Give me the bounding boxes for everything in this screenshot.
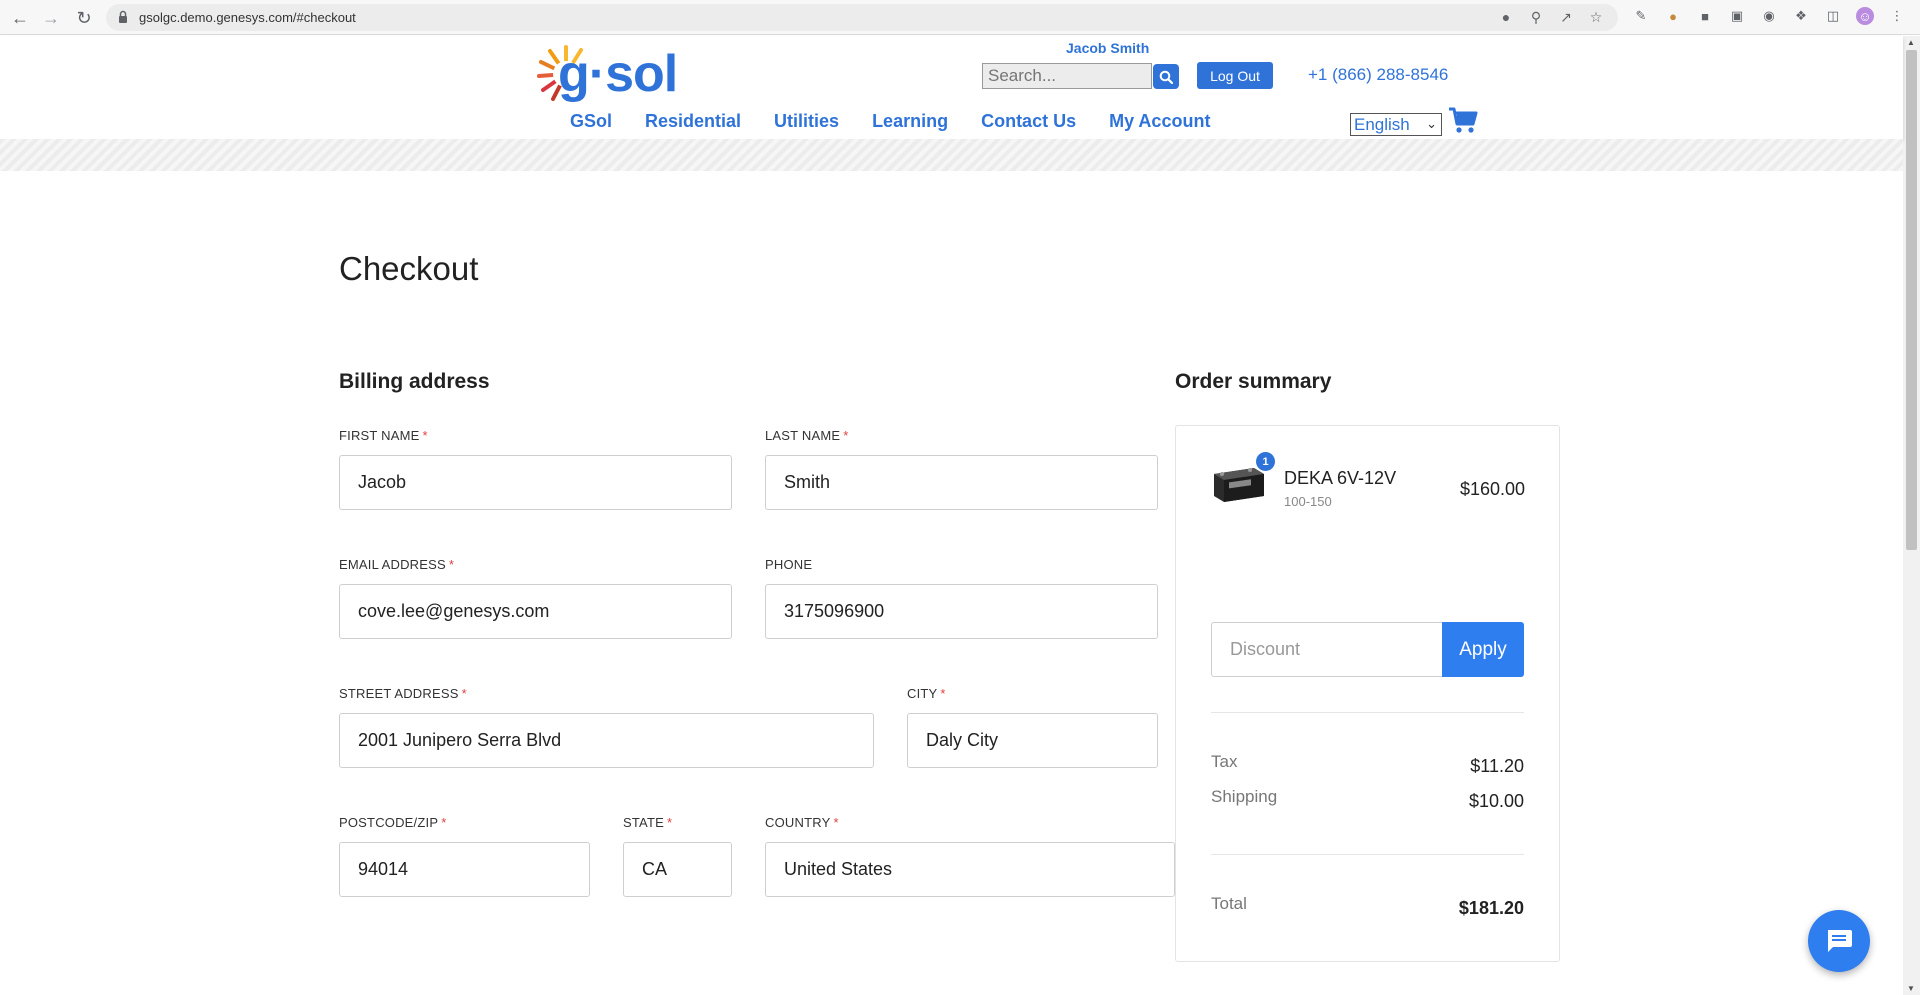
- required-mark: *: [448, 557, 455, 572]
- phone-field[interactable]: 3175096900: [765, 584, 1158, 639]
- email-field[interactable]: cove.lee@genesys.com: [339, 584, 732, 639]
- order-summary-card: [1175, 425, 1560, 962]
- shipping-value: $10.00: [1468, 791, 1524, 811]
- shopping-cart-icon[interactable]: [1448, 107, 1478, 135]
- email-label: EMAIL ADDRESS *: [339, 557, 454, 572]
- extension-cookie-icon[interactable]: ●: [1664, 7, 1682, 25]
- postcode-field[interactable]: 94014: [339, 842, 590, 897]
- product-variant: 100-150: [1284, 494, 1332, 509]
- scroll-down-icon[interactable]: ▼: [1907, 984, 1915, 993]
- profile-avatar-icon[interactable]: ☺: [1856, 7, 1874, 25]
- city-label-text: CITY: [907, 686, 938, 701]
- tax-label: Tax: [1211, 752, 1238, 771]
- phone-label-text: PHONE: [765, 557, 813, 572]
- state-label-text: STATE: [623, 815, 664, 830]
- nav-contact-us[interactable]: Contact Us: [981, 111, 1076, 132]
- discount-input[interactable]: Discount: [1211, 622, 1443, 677]
- scrollbar-thumb[interactable]: [1906, 50, 1917, 550]
- nav-learning[interactable]: Learning: [872, 111, 948, 132]
- forward-icon[interactable]: →: [39, 6, 63, 30]
- address-bar[interactable]: gsolgc.demo.genesys.com/#checkout ● ⚲ ↗ …: [106, 4, 1618, 31]
- order-summary-title: Order summary: [1175, 370, 1332, 393]
- side-panel-icon[interactable]: ◫: [1824, 7, 1842, 25]
- total-value: $181.20: [1458, 898, 1524, 918]
- required-mark: *: [833, 815, 839, 830]
- last-name-label: LAST NAME *: [765, 428, 849, 443]
- billing-address-title: Billing address: [339, 370, 490, 393]
- search-icon: [1159, 70, 1173, 84]
- logout-button[interactable]: Log Out: [1197, 62, 1273, 89]
- required-mark: *: [422, 428, 428, 443]
- extension-pen-icon[interactable]: ✎: [1632, 7, 1650, 25]
- nav-utilities[interactable]: Utilities: [774, 111, 839, 132]
- last-name-label-text: LAST NAME: [765, 428, 841, 443]
- country-label-text: COUNTRY: [765, 815, 831, 830]
- country-label: COUNTRY *: [765, 815, 839, 830]
- street-address-label-text: STREET ADDRESS: [339, 686, 459, 701]
- language-select[interactable]: English ⌄: [1350, 113, 1442, 136]
- logo-wordmark: g·sol: [558, 45, 678, 103]
- product-price: $160.00: [1460, 479, 1526, 499]
- extension-chat-icon[interactable]: ◉: [1760, 7, 1778, 25]
- required-mark: *: [666, 815, 673, 830]
- reload-icon[interactable]: ↻: [72, 6, 96, 30]
- city-field[interactable]: Daly City: [907, 713, 1158, 768]
- scroll-up-icon[interactable]: ▲: [1907, 38, 1915, 47]
- required-mark: *: [940, 686, 946, 701]
- extension-store-icon[interactable]: ▣: [1728, 7, 1746, 25]
- nav-residential[interactable]: Residential: [645, 111, 741, 132]
- summary-divider: [1211, 854, 1524, 855]
- search-button[interactable]: [1153, 64, 1179, 89]
- extension-info-icon[interactable]: ■: [1696, 7, 1714, 25]
- postcode-label: POSTCODE/ZIP *: [339, 815, 446, 830]
- browser-menu-icon[interactable]: ⋮: [1888, 7, 1906, 25]
- page-title: Checkout: [339, 250, 479, 287]
- header-pattern-band: [0, 139, 1903, 171]
- first-name-label-text: FIRST NAME: [339, 428, 420, 443]
- user-name[interactable]: Jacob Smith: [1066, 40, 1149, 56]
- product-name: DEKA 6V-12V: [1284, 468, 1397, 488]
- lock-icon: [119, 10, 127, 23]
- last-name-field[interactable]: Smith: [765, 455, 1158, 510]
- chat-button[interactable]: [1808, 910, 1870, 972]
- phone-link[interactable]: +1 (866) 288-8546: [1308, 65, 1448, 85]
- summary-divider: [1211, 712, 1524, 713]
- language-value: English: [1354, 114, 1410, 134]
- phone-label: PHONE: [765, 557, 812, 572]
- city-label: CITY *: [907, 686, 946, 701]
- back-icon[interactable]: ←: [8, 6, 32, 30]
- state-label: STATE *: [623, 815, 672, 830]
- first-name-label: FIRST NAME *: [339, 428, 428, 443]
- zoom-icon[interactable]: ⚲: [1528, 9, 1544, 25]
- gsol-logo[interactable]: g·sol: [536, 44, 678, 103]
- chat-bubble-icon: [1828, 930, 1852, 952]
- postcode-label-text: POSTCODE/ZIP: [339, 815, 439, 830]
- street-address-field[interactable]: 2001 Junipero Serra Blvd: [339, 713, 874, 768]
- total-label: Total: [1211, 894, 1247, 913]
- page-scrollbar[interactable]: ▲ ▼: [1903, 36, 1920, 995]
- bookmark-star-icon[interactable]: ☆: [1588, 9, 1604, 25]
- chevron-down-icon: ⌄: [1426, 116, 1437, 131]
- required-mark: *: [461, 686, 467, 701]
- main-nav: GSol Residential Utilities Learning Cont…: [570, 111, 1243, 132]
- search-input[interactable]: [982, 63, 1152, 89]
- first-name-field[interactable]: Jacob: [339, 455, 732, 510]
- share-icon[interactable]: ↗: [1558, 9, 1574, 25]
- quantity-badge: 1: [1256, 452, 1275, 471]
- shipping-label: Shipping: [1211, 787, 1278, 806]
- state-field[interactable]: CA: [623, 842, 732, 897]
- country-field[interactable]: United States: [765, 842, 1175, 897]
- email-label-text: EMAIL ADDRESS: [339, 557, 446, 572]
- nav-gsol[interactable]: GSol: [570, 111, 612, 132]
- tax-value: $11.20: [1470, 756, 1524, 776]
- apply-discount-button[interactable]: Apply: [1442, 622, 1524, 677]
- browser-toolbar: ← → ↻ gsolgc.demo.genesys.com/#checkout …: [0, 0, 1920, 35]
- location-icon[interactable]: ●: [1498, 9, 1514, 25]
- street-address-label: STREET ADDRESS *: [339, 686, 467, 701]
- required-mark: *: [843, 428, 849, 443]
- required-mark: *: [441, 815, 447, 830]
- nav-my-account[interactable]: My Account: [1109, 111, 1210, 132]
- extensions-puzzle-icon[interactable]: ❖: [1792, 7, 1810, 25]
- url-text: gsolgc.demo.genesys.com/#checkout: [139, 10, 356, 25]
